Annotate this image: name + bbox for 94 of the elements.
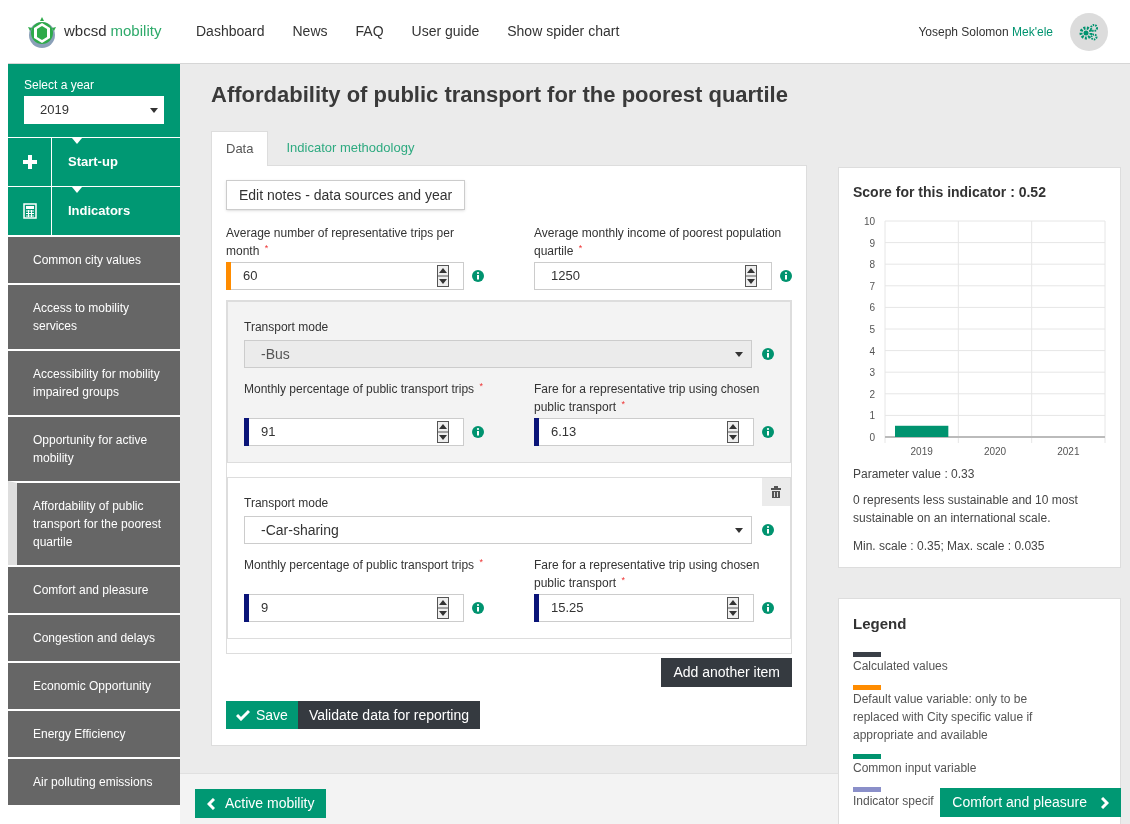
transport-mode-select[interactable]: -Car-sharing [244,516,752,544]
spinner-icon [727,421,739,443]
transport-mode-select: -Bus [244,340,752,368]
nav-link[interactable]: User guide [411,21,480,42]
score-title: Score for this indicator : 0.52 [853,183,1047,202]
number-field[interactable]: 60 [226,262,464,290]
info-icon [762,602,774,614]
nav-link[interactable]: FAQ [355,21,384,42]
axis-tick-label: 2020 [983,446,1007,457]
sidebar-item[interactable]: Comfort and pleasure [8,565,180,613]
section-button[interactable]: Indicators [52,187,180,235]
field-label: Transport mode [244,319,330,336]
info-icon [762,348,774,360]
axis-tick-label: 6 [869,302,875,314]
save-button[interactable]: Save [226,701,298,729]
next-button[interactable]: Comfort and pleasure [940,788,1121,817]
field-label: Monthly percentage of public transport trips $^{*}$ [244,556,484,574]
nav-link[interactable]: Dashboard [196,21,265,42]
axis-tick-label: 0 [869,432,875,443]
legend-label: Calculated values [853,657,948,675]
info-icon [762,524,774,536]
legend-title: Legend [853,614,908,634]
previous-button[interactable]: Active mobility [195,789,327,818]
edit-notes-button[interactable]: Edit notes - data sources and year [226,180,466,210]
info-icon [762,426,774,438]
plus-icon [21,154,38,170]
parameter-value: Parameter value : 0.33 [853,466,976,483]
spinner-icon [437,597,449,619]
axis-tick-label: 2021 [1057,446,1080,457]
year-label: Select a year [24,77,96,94]
number-field[interactable]: 15.25 [534,594,754,622]
axis-tick-label: 10 [863,216,875,227]
sidebar-item[interactable]: Opportunity for active mobility [8,415,180,481]
dropdown-caret-icon [735,527,743,533]
legend-label: Common input variable [853,759,977,777]
add-item-button[interactable]: Add another item [661,658,792,687]
legend-label: Indicator specif [853,792,934,810]
dropdown-caret-icon [150,107,158,113]
trash-icon [771,486,781,498]
field-label: Average number of representative trips per month $^{*}$ [226,225,455,260]
axis-tick-label: 5 [869,324,875,335]
sidebar-item[interactable]: Energy Efficiency [8,709,180,757]
sidebar-item[interactable]: Affordability of public transport for the poorest quartile [8,481,180,565]
axis-tick-label: 2019 [910,446,933,457]
tab[interactable]: Data [211,131,269,166]
info-icon [472,426,484,438]
checkmark-icon [236,709,250,721]
sidebar-item[interactable]: Access to mobility services [8,283,180,349]
spinner-icon [745,265,757,287]
axis-tick-label: 9 [869,237,875,249]
nav-link[interactable]: Show spider chart [507,21,620,42]
spinner-icon [437,421,449,443]
spinner-icon [437,265,449,287]
chevron-right-icon [1101,796,1109,809]
calculator-icon [21,203,38,219]
axis-tick-label: 8 [869,259,875,271]
scale-note: 0 represents less sustainable and 10 most sustainable on an international scale. [853,492,1079,527]
axis-tick-label: 3 [869,367,875,379]
chevron-left-icon [207,797,215,810]
user-name[interactable]: Yoseph Solomon Mek'ele [918,22,1053,41]
legend-label: Default value variable: only to be replaced with City specific value if appropriate and available [853,690,1034,744]
dropdown-caret-icon [735,351,743,357]
validate-button[interactable]: Validate data for reporting [297,701,480,729]
field-label: Transport mode [244,495,330,512]
score-bar [895,425,949,437]
scale-range: Min. scale : 0.35; Max. scale : 0.035 [853,538,1046,555]
sidebar-item[interactable]: Congestion and delays [8,613,180,661]
sidebar-item[interactable]: Economic Opportunity [8,661,180,709]
number-field[interactable]: 9 [244,594,464,622]
axis-tick-label: 7 [869,280,875,292]
axis-tick-label: 1 [869,410,875,422]
info-icon [472,602,484,614]
year-select[interactable]: 2019 [24,96,164,124]
gears-icon [1079,22,1099,41]
field-label: Average monthly income of poorest population quartile $^{*}$ [534,225,783,260]
field-label: Fare for a representative trip using chosen public transport $^{*}$ [534,557,761,592]
sidebar-item[interactable]: Common city values [8,235,180,283]
info-icon [472,270,484,282]
sidebar-item[interactable]: Air polluting emissions [8,757,180,805]
sidebar-item[interactable]: Accessibility for mobility impaired groups [8,349,180,415]
info-icon [780,270,792,282]
number-field[interactable]: 1250 [534,262,772,290]
spinner-icon [727,597,739,619]
nav-link[interactable]: News [292,21,328,42]
field-label: Monthly percentage of public transport trips $^{*}$ [244,380,484,398]
field-label: Fare for a representative trip using chosen public transport $^{*}$ [534,381,761,416]
section-button[interactable]: Start-up [52,138,180,186]
axis-tick-label: 4 [869,345,875,357]
delete-button[interactable] [762,478,790,506]
settings-button[interactable] [1070,12,1108,51]
page-title: Affordability of public transport for the poorest quartile [211,81,789,109]
brand-name: wbcsd [64,21,107,42]
axis-tick-label: 2 [869,388,875,400]
product-name: mobility [110,21,162,42]
